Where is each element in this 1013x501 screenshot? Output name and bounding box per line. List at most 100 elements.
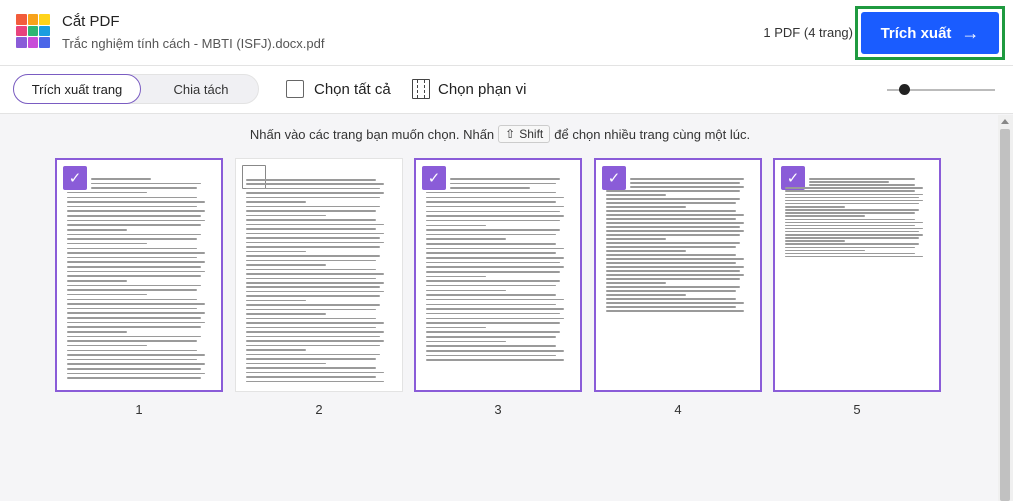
text-line bbox=[246, 308, 376, 311]
text-line bbox=[606, 286, 740, 288]
text-line bbox=[246, 277, 376, 280]
page-thumbnail-4[interactable]: ✓ bbox=[594, 158, 762, 392]
text-line bbox=[606, 278, 740, 280]
text-line bbox=[606, 274, 744, 276]
text-line bbox=[450, 182, 556, 185]
text-line bbox=[67, 229, 127, 231]
scrollbar[interactable] bbox=[998, 115, 1013, 501]
text-line bbox=[426, 280, 560, 282]
text-line bbox=[630, 182, 740, 184]
text-line bbox=[606, 250, 686, 252]
extract-button[interactable]: Trích xuất → bbox=[861, 12, 999, 54]
logo-cell bbox=[27, 14, 39, 25]
scroll-up-icon[interactable] bbox=[1001, 119, 1009, 124]
text-line bbox=[246, 201, 306, 203]
select-range-label: Chọn phạn vi bbox=[438, 80, 527, 98]
text-line bbox=[426, 326, 486, 329]
page-number-4: 4 bbox=[674, 402, 682, 417]
text-line bbox=[785, 252, 915, 255]
checkmark-icon[interactable]: ✓ bbox=[422, 166, 446, 190]
text-line bbox=[246, 358, 376, 360]
text-line bbox=[246, 304, 380, 306]
text-line bbox=[246, 317, 376, 320]
zoom-slider-thumb[interactable] bbox=[899, 84, 910, 95]
text-line bbox=[246, 340, 384, 342]
text-line bbox=[246, 223, 384, 226]
text-line bbox=[606, 294, 686, 296]
text-line bbox=[785, 255, 923, 258]
text-line bbox=[67, 247, 197, 250]
text-line bbox=[246, 367, 376, 369]
text-line bbox=[246, 299, 306, 302]
text-line bbox=[246, 219, 376, 221]
text-line bbox=[67, 317, 201, 319]
text-line bbox=[426, 284, 556, 287]
text-line bbox=[67, 270, 205, 273]
text-line bbox=[67, 303, 205, 305]
text-line bbox=[246, 196, 380, 199]
select-range-toggle[interactable]: Chọn phạn vi bbox=[412, 79, 526, 99]
text-line bbox=[426, 308, 564, 310]
unchecked-box-icon[interactable] bbox=[242, 165, 266, 189]
text-line bbox=[606, 218, 736, 220]
text-line bbox=[426, 243, 556, 245]
zoom-slider[interactable] bbox=[887, 84, 995, 95]
text-line bbox=[606, 222, 744, 224]
text-line bbox=[785, 190, 915, 192]
text-line bbox=[246, 376, 376, 378]
text-line bbox=[785, 187, 923, 189]
page-thumbnail-1[interactable]: ✓ bbox=[55, 158, 223, 392]
page-thumbnail-5[interactable]: ✓ bbox=[773, 158, 941, 392]
text-line bbox=[67, 219, 205, 222]
text-line bbox=[606, 302, 744, 304]
text-line bbox=[606, 214, 744, 216]
text-line bbox=[426, 238, 506, 240]
page-thumbnail-3[interactable]: ✓ bbox=[414, 158, 582, 392]
logo-cell bbox=[27, 25, 39, 37]
text-line bbox=[246, 335, 380, 338]
text-line bbox=[785, 209, 919, 211]
text-line bbox=[426, 191, 556, 194]
scrollbar-thumb[interactable] bbox=[1000, 129, 1010, 501]
pdf-count: 1 PDF (4 trang) bbox=[763, 25, 853, 40]
checkmark-icon[interactable]: ✓ bbox=[602, 166, 626, 190]
text-line bbox=[785, 221, 923, 224]
text-line bbox=[606, 310, 744, 312]
text-line bbox=[606, 226, 740, 228]
text-line bbox=[426, 257, 564, 259]
text-line bbox=[606, 298, 736, 300]
instruction-before: Nhấn vào các trang bạn muốn chọn. Nhấn bbox=[249, 126, 495, 142]
text-line bbox=[426, 215, 564, 217]
tab-split[interactable]: Chia tách bbox=[142, 74, 260, 104]
text-line bbox=[246, 179, 376, 181]
text-line bbox=[246, 214, 326, 217]
text-line bbox=[606, 210, 736, 212]
text-line bbox=[426, 210, 560, 213]
tab-extract-pages[interactable]: Trích xuất trang bbox=[13, 74, 141, 104]
text-line bbox=[606, 202, 736, 204]
text-line bbox=[246, 228, 376, 230]
text-line bbox=[426, 359, 564, 361]
text-line bbox=[246, 273, 384, 275]
text-line bbox=[246, 255, 380, 257]
logo-cell bbox=[39, 25, 50, 37]
text-line bbox=[426, 252, 556, 254]
instruction-after: để chọn nhiều trang cùng một lúc. bbox=[554, 126, 751, 142]
checkmark-icon[interactable]: ✓ bbox=[63, 166, 87, 190]
logo-cell bbox=[39, 14, 50, 25]
text-line bbox=[785, 202, 919, 205]
page-thumbnail-2[interactable] bbox=[235, 158, 403, 392]
select-all-checkbox[interactable] bbox=[286, 80, 304, 98]
text-line bbox=[630, 186, 744, 188]
text-line bbox=[426, 317, 564, 319]
text-line bbox=[630, 178, 744, 180]
text-line bbox=[606, 262, 736, 264]
text-line bbox=[785, 249, 865, 252]
select-all-toggle[interactable]: Chọn tất cả bbox=[286, 80, 391, 98]
text-line bbox=[606, 258, 744, 260]
extract-button-highlight: Trích xuất → bbox=[855, 6, 1005, 60]
text-line bbox=[606, 306, 736, 308]
text-line bbox=[426, 247, 564, 250]
text-line bbox=[91, 182, 201, 185]
text-line bbox=[606, 254, 736, 256]
